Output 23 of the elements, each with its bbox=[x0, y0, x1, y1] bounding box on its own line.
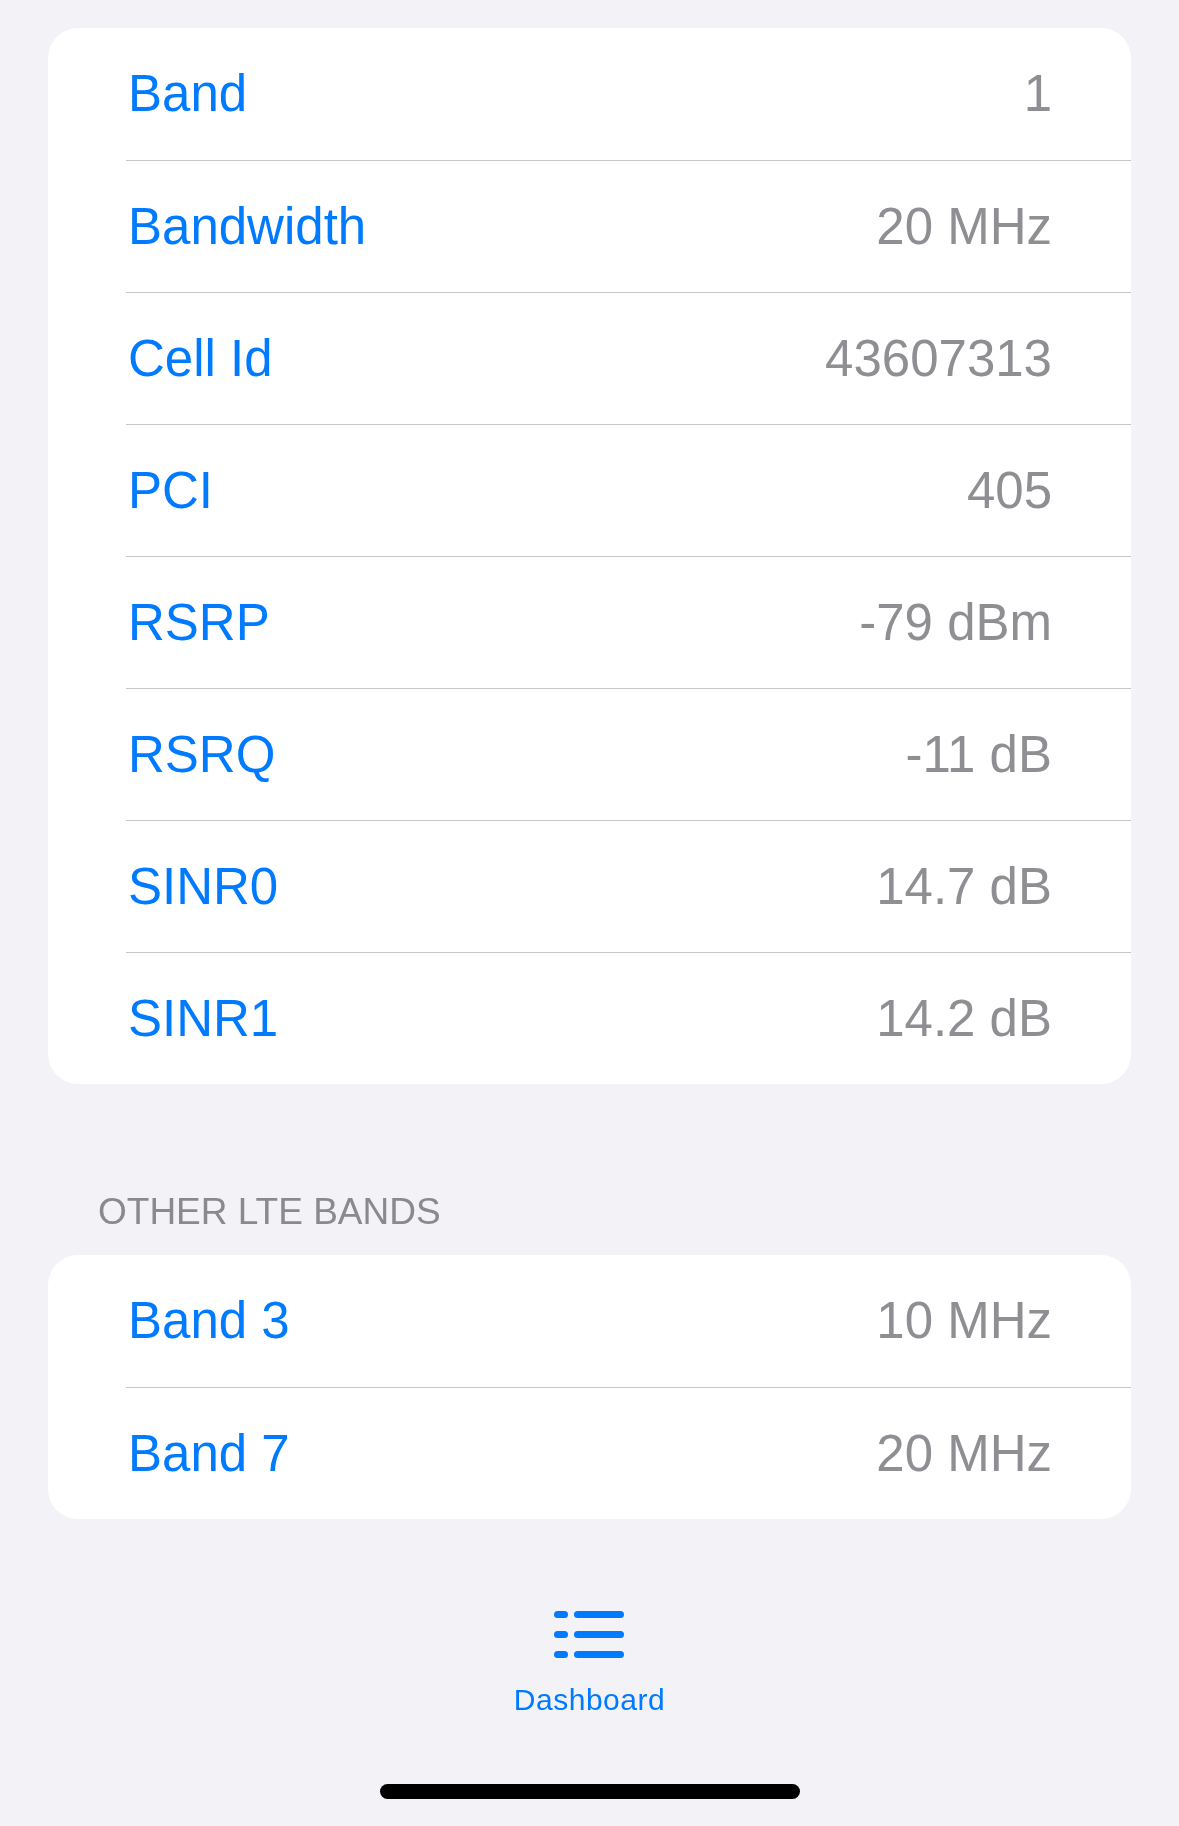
row-value: -79 dBm bbox=[859, 592, 1052, 653]
row-value: 1 bbox=[1023, 64, 1052, 124]
row-label: RSRP bbox=[128, 592, 270, 653]
row-value: -11 dB bbox=[905, 724, 1052, 785]
row-label: Bandwidth bbox=[128, 196, 367, 257]
row-value: 14.2 dB bbox=[876, 988, 1052, 1049]
row-value: 14.7 dB bbox=[876, 856, 1052, 917]
row-value: 20 MHz bbox=[876, 1423, 1052, 1484]
row-label: SINR0 bbox=[128, 856, 279, 917]
row-value: 10 MHz bbox=[876, 1291, 1052, 1351]
row-label: RSRQ bbox=[128, 724, 276, 785]
row-value: 43607313 bbox=[825, 328, 1052, 389]
row-value: 405 bbox=[966, 460, 1052, 521]
row-label: Cell Id bbox=[128, 328, 273, 389]
row-label: SINR1 bbox=[128, 988, 279, 1049]
row-value: 20 MHz bbox=[876, 196, 1052, 257]
row-label: Band 3 bbox=[128, 1291, 290, 1351]
row-label: PCI bbox=[128, 460, 214, 521]
section-header: OTHER LTE BANDS bbox=[98, 1190, 442, 1234]
row-label: Band 7 bbox=[128, 1423, 290, 1484]
dashboard-tab[interactable]: Dashboard bbox=[509, 1611, 670, 1718]
list-icon bbox=[554, 1611, 625, 1658]
row-label: Band bbox=[128, 64, 248, 124]
